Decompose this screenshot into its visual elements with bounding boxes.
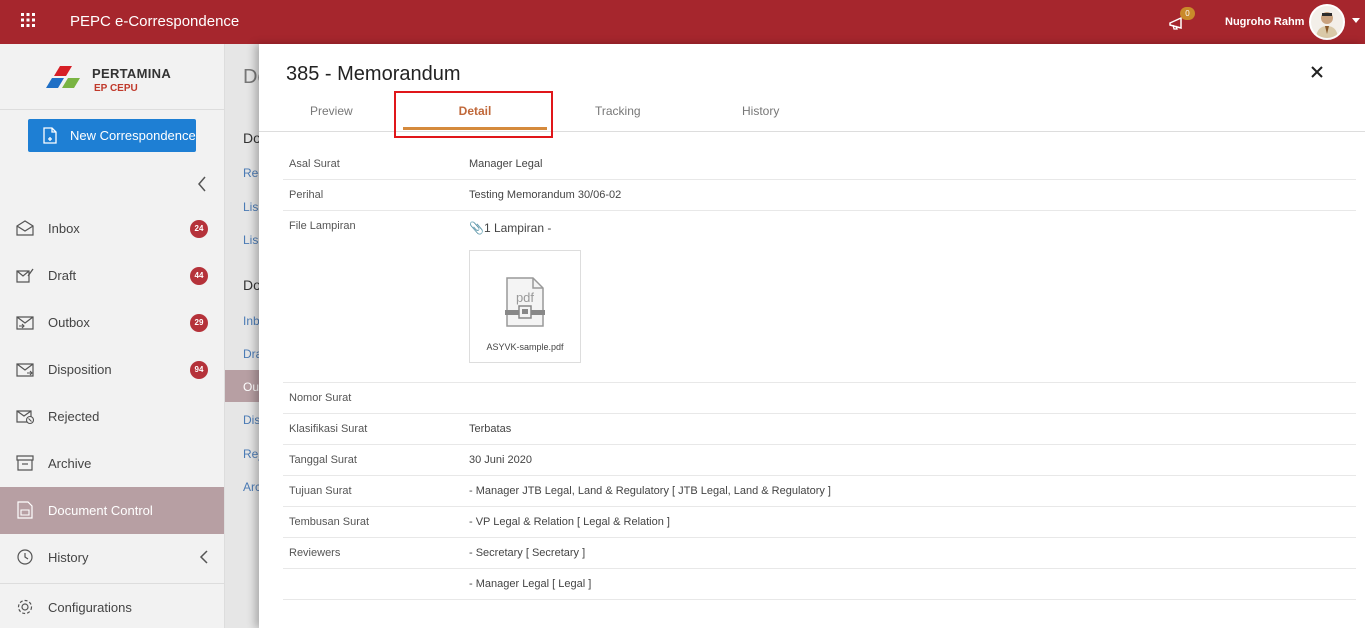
bg-link[interactable]: Ou [243,380,259,394]
field-row-perihal: Perihal Testing Memorandum 30/06-02 [283,180,1356,211]
inbox-count-badge: 24 [190,220,208,238]
bg-link[interactable]: Lis [243,233,258,247]
attachment-summary[interactable]: 📎1 Lampiran - [469,221,551,235]
history-chevron-left-icon[interactable] [199,549,209,568]
panel-title: 385 - Memorandum [286,63,461,85]
paperclip-icon: 📎 [469,221,484,235]
bg-link[interactable]: Lis [243,200,258,214]
field-value: Terbatas [469,423,512,435]
document-detail-panel: 385 - Memorandum Preview Detail Tracking… [259,44,1365,628]
sidebar-item-label: Configurations [48,600,132,615]
field-row-klasifikasi-surat: Klasifikasi Surat Terbatas [283,414,1356,445]
attachment-file-card[interactable]: pdf ASYVK-sample.pdf [469,250,581,363]
gear-icon [16,598,34,616]
field-row-asal-surat: Asal Surat Manager Legal [283,149,1356,180]
field-row-nomor-surat: Nomor Surat [283,383,1356,414]
field-row-reviewers: Reviewers - Secretary [ Secretary ] [283,538,1356,569]
sidebar-item-rejected[interactable]: Rejected [0,393,224,440]
field-label: File Lampiran [289,220,356,232]
attachment-file-name: ASYVK-sample.pdf [486,342,564,352]
field-value: Testing Memorandum 30/06-02 [469,189,622,201]
sidebar-item-history[interactable]: History [0,534,224,581]
sidebar-item-document-control[interactable]: Document Control [0,487,224,534]
field-value: 30 Juni 2020 [469,454,532,466]
field-label: Nomor Surat [289,392,352,404]
field-value: Manager Legal [469,158,543,170]
tab-tracking[interactable]: Tracking [595,104,641,118]
sidebar-item-label: History [48,550,89,565]
user-menu-chevron-down-icon[interactable] [1352,18,1360,23]
disposition-icon [16,360,34,378]
new-correspondence-button[interactable]: New Correspondence [28,119,196,152]
field-value: - Secretary [ Secretary ] [469,547,586,559]
rejected-icon [16,407,35,425]
sidebar: PERTAMINA EP CEPU New Correspondence Inb… [0,44,225,628]
bg-link[interactable]: Inb [243,314,260,328]
close-icon[interactable] [1309,64,1325,80]
inbox-icon [16,219,34,237]
sidebar-item-label: Document Control [48,503,153,518]
history-icon [16,548,34,566]
field-row-reviewers-cont: - Manager Legal [ Legal ] [283,569,1356,600]
bg-link[interactable]: Dis [243,413,260,427]
draft-count-badge: 44 [190,267,208,285]
sidebar-item-label: Inbox [48,221,80,236]
new-document-icon [43,127,57,147]
field-label: Tujuan Surat [289,485,352,497]
sidebar-item-draft[interactable]: Draft 44 [0,252,224,299]
sidebar-item-label: Rejected [48,409,100,424]
pertamina-logo: PERTAMINA EP CEPU [46,57,206,97]
document-control-icon [16,501,34,519]
outbox-count-badge: 29 [190,314,208,332]
sidebar-item-configurations[interactable]: Configurations [0,584,224,628]
field-label: Tanggal Surat [289,454,357,466]
new-correspondence-label: New Correspondence [70,128,196,143]
field-label: Reviewers [289,547,341,559]
field-row-tembusan-surat: Tembusan Surat - VP Legal & Relation [ L… [283,507,1356,538]
tab-history[interactable]: History [742,104,779,118]
field-row-tanggal-surat: Tanggal Surat 30 Juni 2020 [283,445,1356,476]
field-label: Tembusan Surat [289,516,370,528]
app-title: PEPC e-Correspondence [70,13,240,30]
user-name[interactable]: Nugroho Rahm [1225,16,1304,28]
field-value: - Manager Legal [ Legal ] [469,578,592,590]
sidebar-item-label: Outbox [48,315,90,330]
field-value: - Manager JTB Legal, Land & Regulatory [… [469,485,831,497]
sidebar-item-inbox[interactable]: Inbox 24 [0,205,224,252]
highlight-annotation [394,91,553,138]
top-bar: PEPC e-Correspondence 0 Nugroho Rahm [0,0,1365,44]
field-row-tujuan-surat: Tujuan Surat - Manager JTB Legal, Land &… [283,476,1356,507]
draft-icon [16,266,34,284]
archive-icon [16,454,34,472]
notification-badge: 0 [1180,7,1195,20]
sidebar-item-archive[interactable]: Archive [0,440,224,487]
field-label: Asal Surat [289,158,340,170]
field-label: Perihal [289,189,324,201]
sidebar-item-label: Draft [48,268,77,283]
svg-text:pdf: pdf [516,290,534,305]
sidebar-item-label: Disposition [48,362,112,377]
sidebar-item-disposition[interactable]: Disposition 94 [0,346,224,393]
field-row-file-lampiran: File Lampiran 📎1 Lampiran - pdf ASYVK-sa… [283,211,1356,383]
outbox-icon [16,313,34,331]
avatar[interactable] [1309,4,1345,40]
sidebar-divider [0,109,224,110]
app-grid-icon[interactable] [19,12,37,30]
field-value: - VP Legal & Relation [ Legal & Relation… [469,516,670,528]
disposition-count-badge: 94 [190,361,208,379]
pdf-file-icon: pdf [505,277,545,327]
tab-preview[interactable]: Preview [310,104,353,118]
attachment-count: 1 Lampiran - [483,221,552,235]
logo-subtitle: EP CEPU [94,83,138,94]
sidebar-item-outbox[interactable]: Outbox 29 [0,299,224,346]
field-label: Klasifikasi Surat [289,423,368,435]
collapse-sidebar-chevron-left-icon[interactable] [195,175,209,193]
logo-name: PERTAMINA [92,66,172,81]
sidebar-item-label: Archive [48,456,92,471]
